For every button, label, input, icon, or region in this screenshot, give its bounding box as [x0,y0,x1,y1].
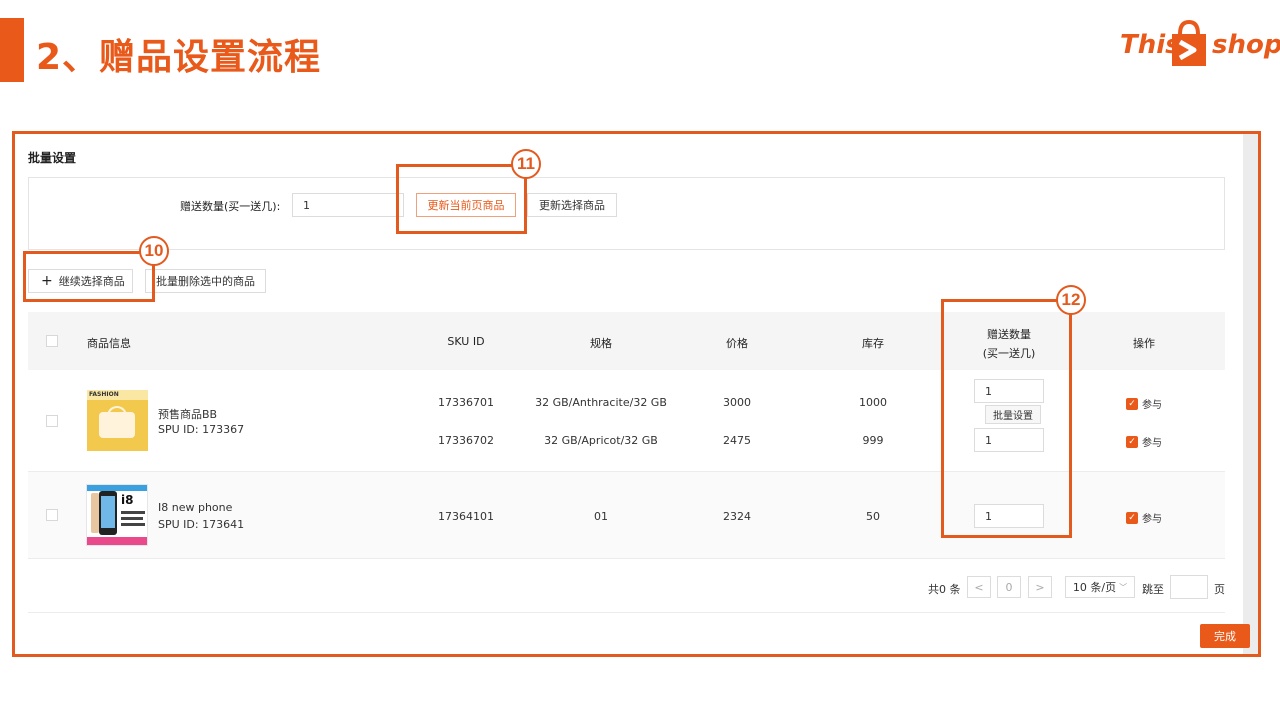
header-action: 操作 [1133,337,1155,350]
gift-quantity-label: 赠送数量(买一送几): [180,200,281,213]
chevron-down-icon: ﹀ [1119,582,1128,592]
jump-label: 跳至 [1142,583,1164,596]
sku-stock: 50 [866,510,880,523]
product-image: i8 [86,484,148,546]
batch-settings-title: 批量设置 [28,151,77,165]
done-button[interactable]: 完成 [1200,624,1250,648]
product-spu: SPU ID: 173367 [158,423,245,436]
update-selected-button[interactable]: 更新选择商品 [527,193,617,217]
header-product-info: 商品信息 [87,337,131,350]
footer-divider [28,612,1225,613]
thisshop-logo: This shop [1118,18,1280,70]
checkmark-icon: ✓ [1126,397,1138,410]
prev-page-button[interactable]: < [967,576,991,598]
sku-price: 2475 [723,434,751,447]
current-page[interactable]: 0 [997,576,1021,598]
sku-stock: 1000 [859,396,887,409]
page-unit-label: 页 [1214,583,1225,596]
header-spec: 规格 [590,337,612,350]
select-all-checkbox[interactable] [46,335,58,347]
page-size-select[interactable]: 10 条/页 ﹀ [1065,576,1135,598]
header-sku-id: SKU ID [447,335,485,348]
sku-spec: 32 GB/Anthracite/32 GB [535,396,667,409]
jump-page-input[interactable] [1170,575,1208,599]
row-checkbox[interactable] [46,509,58,521]
slide-title: 2、赠品设置流程 [36,37,322,78]
batch-delete-button[interactable]: 批量删除选中的商品 [145,269,266,293]
next-page-button[interactable]: > [1028,576,1052,598]
sku-spec: 01 [594,510,608,523]
sku-id: 17364101 [438,510,494,523]
participate-checkbox[interactable]: ✓ 参与 [1126,510,1162,525]
sku-stock: 999 [862,434,884,447]
participate-checkbox[interactable]: ✓ 参与 [1126,434,1162,449]
header-price: 价格 [726,337,748,350]
gift-quantity-input[interactable]: 1 [292,193,404,217]
sku-price: 2324 [723,510,751,523]
sku-id: 17336702 [438,434,494,447]
participate-checkbox[interactable]: ✓ 参与 [1126,396,1162,411]
vertical-scrollbar[interactable] [1243,134,1258,654]
callout-box-12 [941,299,1072,538]
sku-spec: 32 GB/Apricot/32 GB [544,434,658,447]
product-name: 预售商品BB [158,408,218,421]
product-image-caption: FASHION [87,390,148,400]
checkmark-icon: ✓ [1126,435,1138,448]
product-image-caption: i8 [121,493,134,507]
callout-box-11 [396,164,527,234]
callout-box-10 [23,251,155,302]
product-image: FASHION [87,390,148,451]
product-name: I8 new phone [158,501,233,514]
shopping-bag-icon [1172,20,1206,66]
sku-id: 17336701 [438,396,494,409]
callout-badge-11: 11 [511,149,541,179]
sku-price: 3000 [723,396,751,409]
product-spu: SPU ID: 173641 [158,518,245,531]
pagination-total: 共0 条 [928,583,961,596]
header-stock: 库存 [862,337,884,350]
callout-badge-12: 12 [1056,285,1086,315]
logo-text-shop: shop [1212,30,1280,60]
checkmark-icon: ✓ [1126,511,1138,524]
title-accent-bar [0,18,24,82]
callout-badge-10: 10 [139,236,169,266]
row-checkbox[interactable] [46,415,58,427]
